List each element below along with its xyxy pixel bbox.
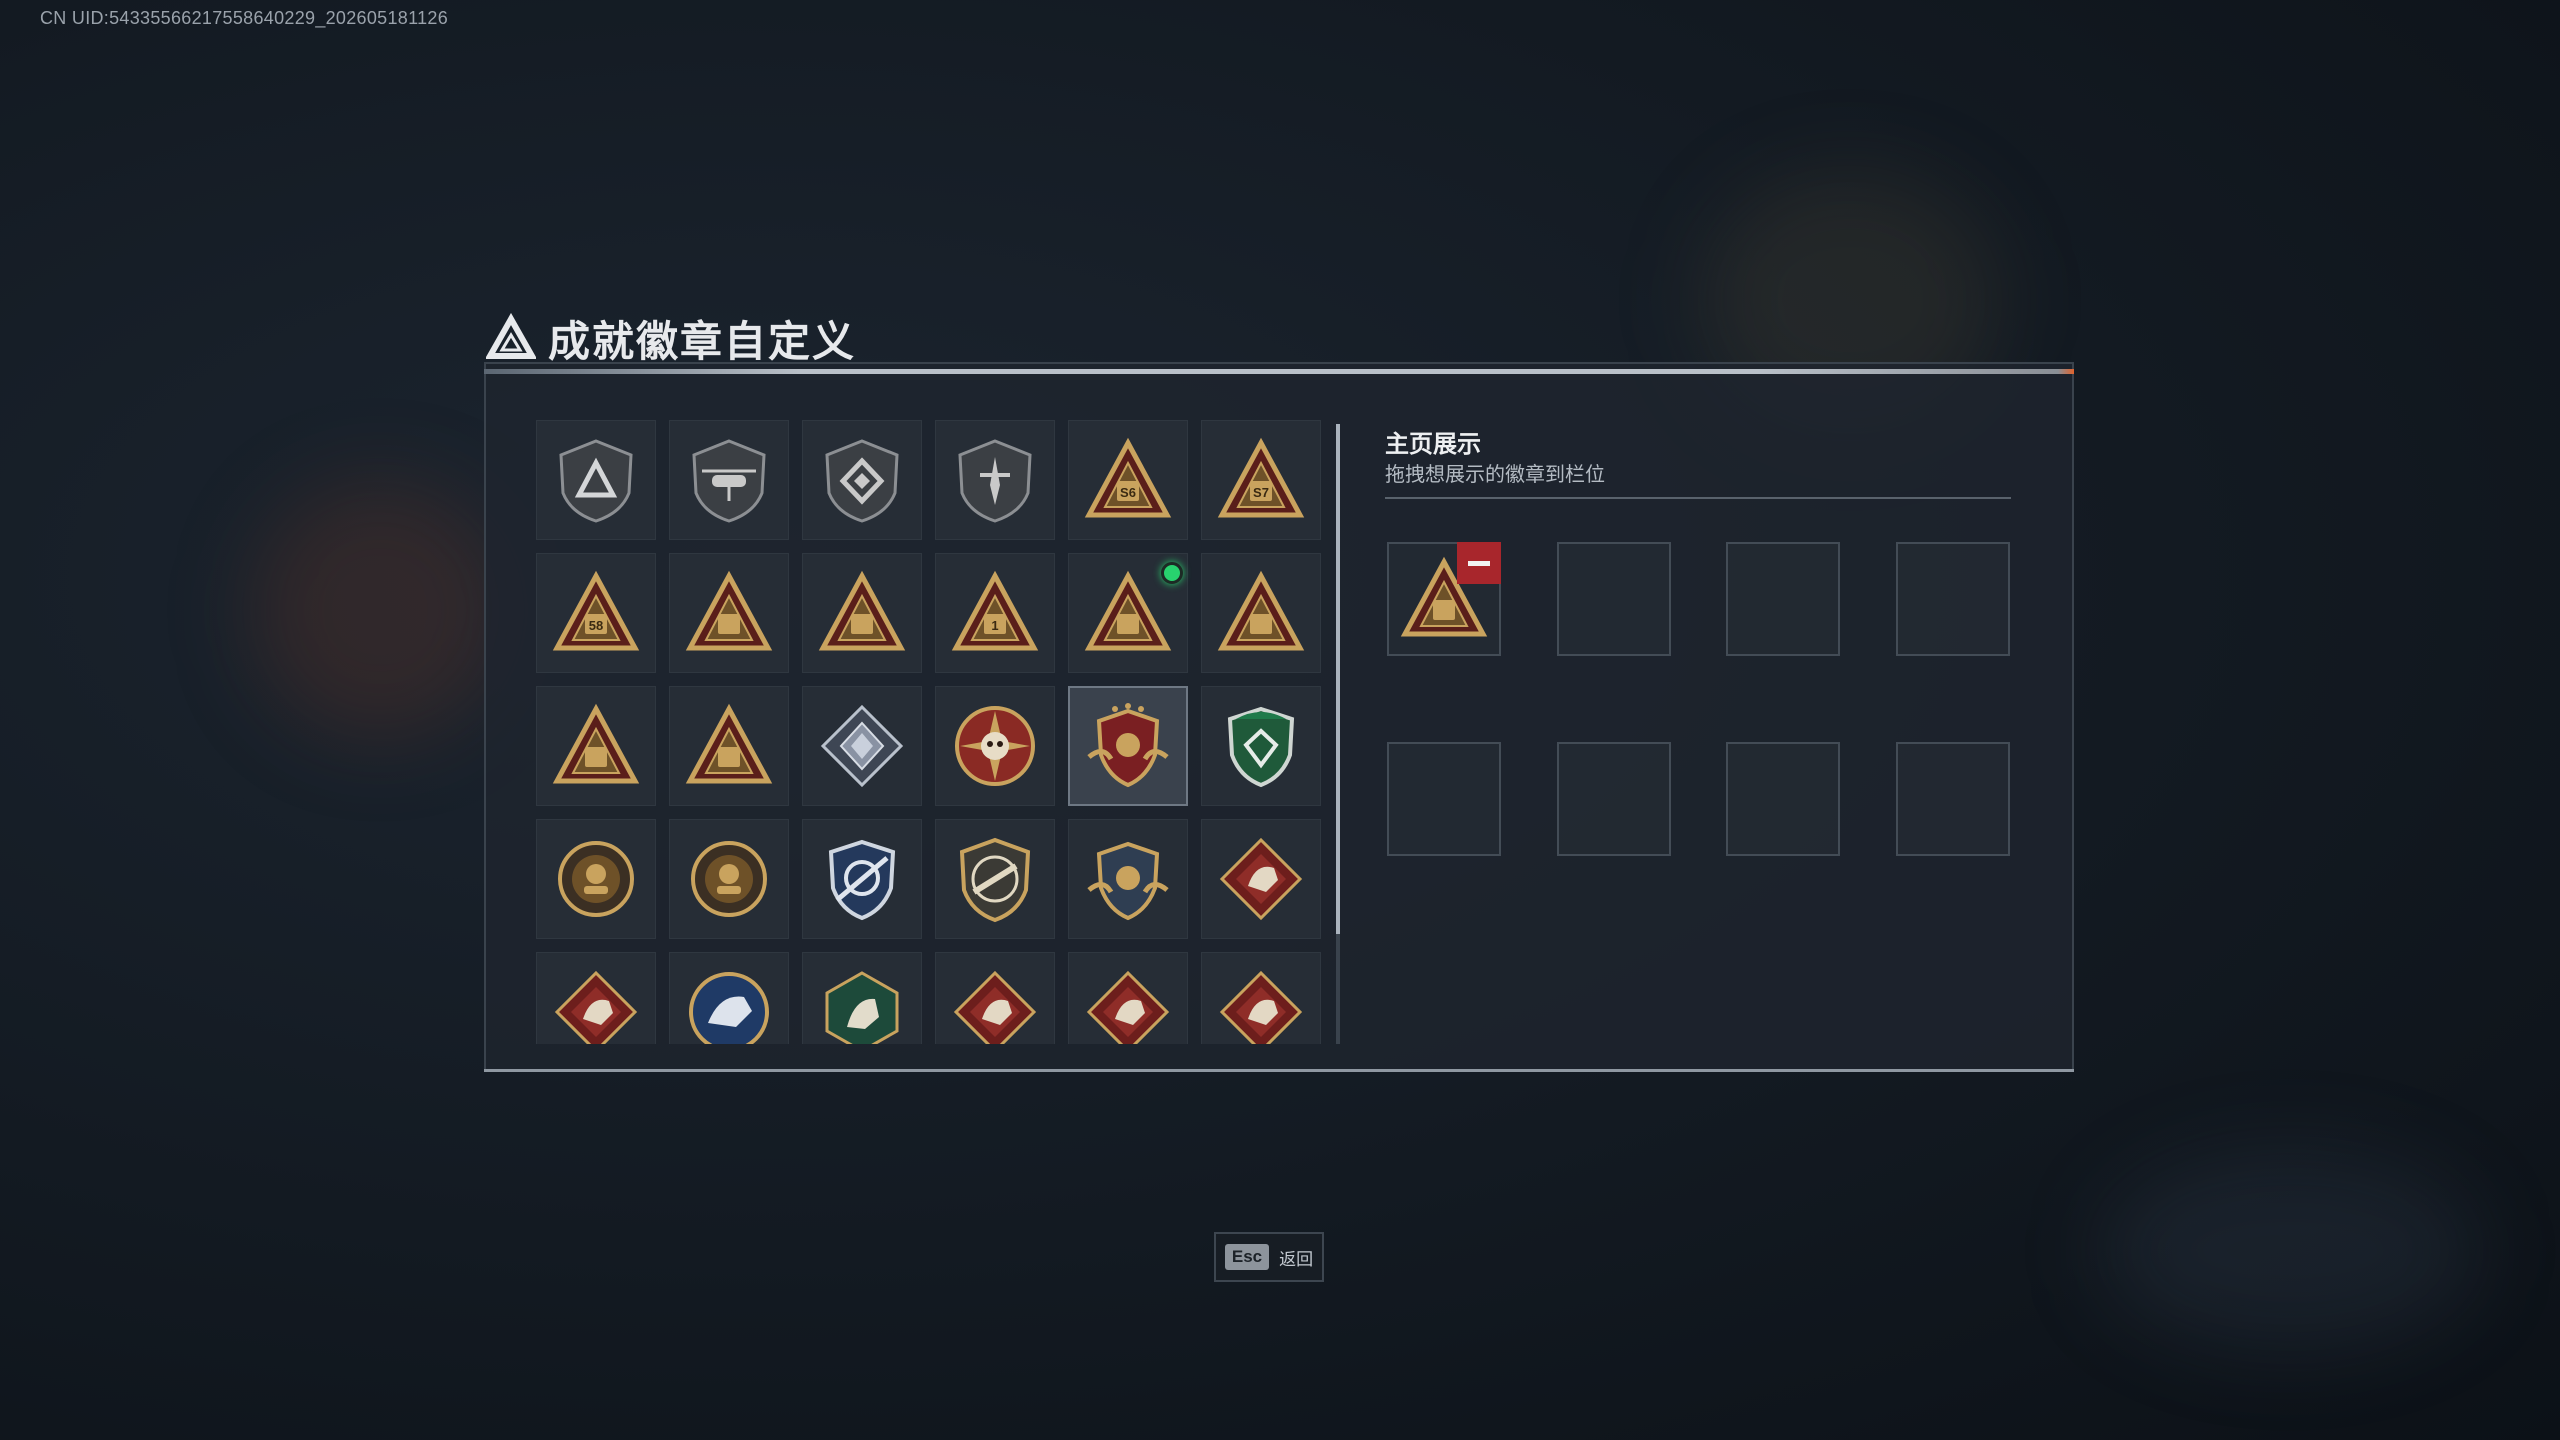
number-one-triangle-badge-icon: 1: [951, 570, 1039, 651]
svg-text:1: 1: [991, 618, 998, 633]
panel-top-bar: [484, 369, 2074, 374]
delta-logo-icon: [486, 313, 536, 359]
s8-triangle-badge-icon: 58: [552, 570, 640, 651]
minus-icon: [1468, 560, 1490, 566]
badge-cell[interactable]: [935, 952, 1055, 1044]
showcase-slot[interactable]: [1896, 542, 2010, 656]
badge-cell[interactable]: S6: [1068, 420, 1188, 540]
helicopter-shield-emblem-icon: [692, 439, 766, 523]
s7-triangle-badge-icon: S7: [1217, 437, 1305, 518]
badge-cell[interactable]: 1: [935, 553, 1055, 673]
badge-cell[interactable]: [802, 420, 922, 540]
badge-cell[interactable]: [669, 819, 789, 939]
new-indicator-dot: [1161, 562, 1183, 584]
rocket-triangle-badge-icon: [685, 703, 773, 784]
crossed-guns-crest-icon: [1087, 841, 1169, 921]
badge-cell[interactable]: [1201, 952, 1321, 1044]
soldier-triangle-badge-icon: [1217, 570, 1305, 651]
badge-cell[interactable]: S7: [1201, 420, 1321, 540]
wolf-red-diamond-badge-icon: [1219, 837, 1303, 921]
badge-cell[interactable]: [669, 686, 789, 806]
bg-glow: [2100, 1150, 2480, 1350]
dagger-shield-emblem-icon: [958, 439, 1032, 523]
showcase-title: 主页展示: [1385, 431, 1481, 458]
badge-cell[interactable]: [669, 952, 789, 1044]
showcase-subtitle: 拖拽想展示的徽章到栏位: [1385, 464, 1605, 486]
s6-triangle-badge-icon: S6: [1084, 437, 1172, 518]
back-button[interactable]: Esc 返回: [1214, 1232, 1324, 1282]
showcase-slot[interactable]: [1557, 542, 1671, 656]
badge-cell[interactable]: [802, 819, 922, 939]
badge-cell[interactable]: [802, 686, 922, 806]
badge-cell[interactable]: [536, 819, 656, 939]
svg-text:S6: S6: [1120, 485, 1136, 500]
svg-text:S7: S7: [1253, 485, 1269, 500]
dragon-red-diamond-badge-icon: [953, 970, 1037, 1044]
rifle-shield-badge-icon: [959, 837, 1031, 923]
badge-cell[interactable]: [1068, 553, 1188, 673]
robot-triangle-badge-icon: [685, 570, 773, 651]
badge-cell[interactable]: [935, 686, 1055, 806]
crystal-diamond-badge-icon: [820, 704, 904, 788]
goat-green-hex-badge-icon: [825, 971, 899, 1044]
showcase-slot[interactable]: [1726, 742, 1840, 856]
badge-cell[interactable]: [536, 686, 656, 806]
badge-cell[interactable]: [1201, 553, 1321, 673]
showcase-slot[interactable]: [1387, 542, 1501, 656]
back-label: 返回: [1279, 1249, 1314, 1269]
panel-bottom-line: [484, 1069, 2074, 1072]
skull-round-badge-icon: [691, 841, 767, 917]
badge-cell[interactable]: [536, 420, 656, 540]
bag-triangle-badge-icon: [1084, 570, 1172, 651]
badge-cell[interactable]: [935, 819, 1055, 939]
player-uid-text: CN UID:543355662175586402​29_20260518112…: [40, 8, 449, 28]
dragon-head-red-diamond-badge-icon: [1086, 970, 1170, 1044]
showcase-divider: [1385, 497, 2011, 499]
badge-cell[interactable]: [1068, 819, 1188, 939]
shield-triangle-emblem-icon: [559, 439, 633, 523]
showcase-slot[interactable]: [1387, 742, 1501, 856]
showcase-slot[interactable]: [1896, 742, 2010, 856]
beast-triangle-badge-icon: [552, 703, 640, 784]
winged-shield-crest-icon: [1087, 703, 1169, 788]
soldier-round-badge-icon: [558, 841, 634, 917]
badge-cell[interactable]: [1201, 686, 1321, 806]
showcase-slot[interactable]: [1726, 542, 1840, 656]
eagle-blue-round-badge-icon: [689, 972, 769, 1044]
badge-cell[interactable]: [669, 420, 789, 540]
badge-grid[interactable]: S6 S7 58 1: [536, 420, 1332, 1044]
badge-cell[interactable]: 58: [536, 553, 656, 673]
badge-cell[interactable]: [935, 420, 1055, 540]
page-title-row: 成就徽章自定义: [486, 308, 856, 368]
badge-cell[interactable]: [536, 952, 656, 1044]
badge-cell[interactable]: [802, 952, 922, 1044]
green-shield-badge-icon: [1227, 706, 1295, 788]
diamond-shield-emblem-icon: [825, 439, 899, 523]
svg-text:58: 58: [589, 618, 603, 633]
skull-star-medal-icon: [955, 706, 1035, 786]
badge-cell[interactable]: [1068, 952, 1188, 1044]
runner-red-diamond-badge-icon: [1219, 970, 1303, 1044]
bg-glow: [250, 480, 510, 740]
wolf-head-red-diamond-badge-icon: [554, 970, 638, 1044]
badge-cell[interactable]: [1201, 819, 1321, 939]
showcase-slot[interactable]: [1557, 742, 1671, 856]
page-title: 成就徽章自定义: [548, 317, 857, 365]
remove-badge-button[interactable]: [1457, 542, 1501, 584]
badge-grid-scrollbar-thumb[interactable]: [1336, 424, 1340, 934]
badge-cell[interactable]: [802, 553, 922, 673]
badge-cell[interactable]: [1068, 686, 1188, 806]
ship-triangle-badge-icon: [818, 570, 906, 651]
sniper-blue-badge-icon: [828, 839, 896, 921]
badge-cell[interactable]: [669, 553, 789, 673]
esc-key-hint: Esc: [1224, 1244, 1270, 1270]
